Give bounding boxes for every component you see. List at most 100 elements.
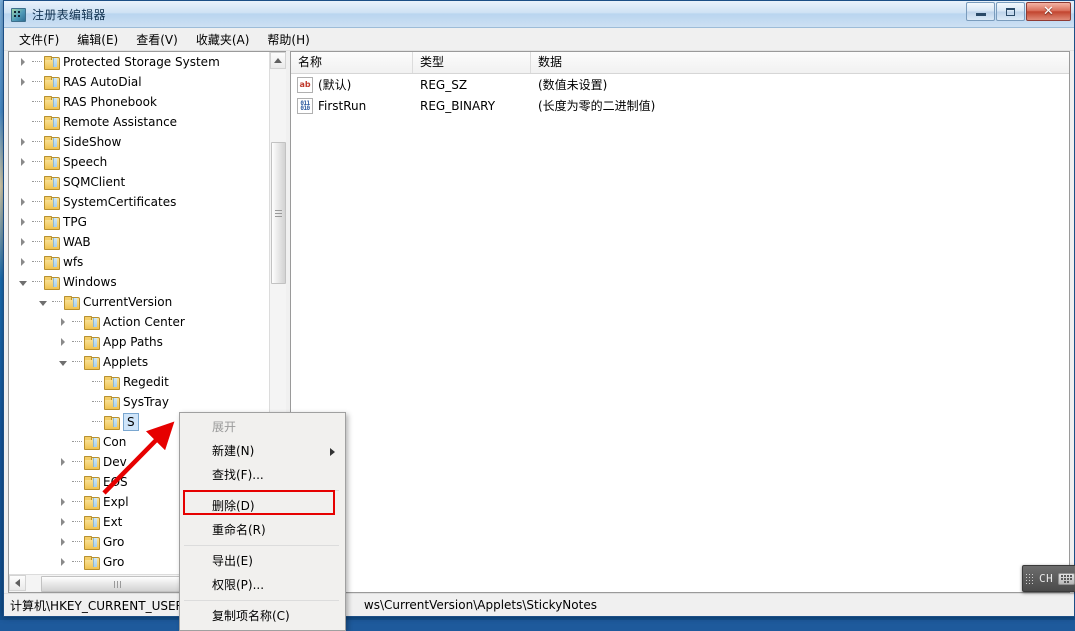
expand-toggle-icon[interactable] <box>13 198 32 206</box>
tree-node-sideshow[interactable]: SideShow <box>9 132 270 152</box>
context-menu-item-3[interactable]: 删除(D) <box>180 494 345 518</box>
context-menu-item-2[interactable]: 查找(F)... <box>180 463 345 487</box>
ime-language-bar[interactable]: CH <box>1022 565 1075 592</box>
drag-grip-icon[interactable] <box>1026 571 1035 586</box>
maximize-button[interactable] <box>996 2 1025 21</box>
tree-node-currentversion[interactable]: CurrentVersion <box>9 292 270 312</box>
registry-key-folder-icon <box>44 175 60 190</box>
value-name-label: FirstRun <box>318 98 367 113</box>
menu-help-label: 帮助(H) <box>267 32 310 47</box>
context-menu-item-7[interactable]: 复制项名称(C) <box>180 604 345 628</box>
context-menu-item-1[interactable]: 新建(N) <box>180 439 345 463</box>
collapse-toggle-icon[interactable] <box>13 279 32 286</box>
registry-values-pane[interactable]: 名称 类型 数据 ab (默认) REG_SZ (数值未设置) 011 010 FirstR… <box>290 51 1070 593</box>
tree-node-applets[interactable]: Applets <box>9 352 270 372</box>
tree-horizontal-scroll-thumb[interactable] <box>41 576 193 592</box>
context-menu-item-label: 复制项名称(C) <box>212 609 290 623</box>
tree-scroll-left-button[interactable] <box>9 575 26 591</box>
column-header-type[interactable]: 类型 <box>413 52 531 73</box>
menu-favorites[interactable]: 收藏夹(A) <box>187 28 259 51</box>
expand-toggle-icon[interactable] <box>53 318 72 326</box>
tree-connector <box>32 101 42 103</box>
table-row[interactable]: ab (默认) REG_SZ (数值未设置) <box>291 74 1069 95</box>
context-menu-item-label: 查找(F)... <box>212 468 264 482</box>
expand-toggle-icon[interactable] <box>13 238 32 246</box>
expand-toggle-icon[interactable] <box>13 58 32 66</box>
caret-left-icon <box>15 579 20 587</box>
collapse-toggle-icon[interactable] <box>33 299 52 306</box>
menu-file[interactable]: 文件(F) <box>10 28 68 51</box>
tree-node-wab[interactable]: WAB <box>9 232 270 252</box>
tree-node-protected-storage-system[interactable]: Protected Storage System <box>9 52 270 72</box>
expand-toggle-icon[interactable] <box>13 218 32 226</box>
tree-vertical-scroll-thumb[interactable] <box>271 142 286 284</box>
context-menu-item-6[interactable]: 权限(P)... <box>180 573 345 597</box>
registry-editor-window: 注册表编辑器 ✕ 文件(F) 编辑(E) 查看(V) 收藏夹(A) 帮助(H) … <box>3 0 1075 631</box>
tree-node-windows[interactable]: Windows <box>9 272 270 292</box>
tree-scroll-up-button[interactable] <box>270 52 286 69</box>
expand-toggle-icon[interactable] <box>13 78 32 86</box>
tree-connector <box>32 161 42 163</box>
expand-toggle-icon[interactable] <box>53 518 72 526</box>
expand-toggle-icon[interactable] <box>53 558 72 566</box>
window-controls: ✕ <box>966 2 1071 21</box>
expand-toggle-icon[interactable] <box>13 158 32 166</box>
tree-node-label: RAS Phonebook <box>63 95 157 109</box>
triangle-down-icon <box>58 360 67 366</box>
expand-toggle-icon[interactable] <box>53 498 72 506</box>
registry-values-list[interactable]: ab (默认) REG_SZ (数值未设置) 011 010 FirstRun REG_BIN… <box>291 74 1069 116</box>
close-button[interactable]: ✕ <box>1026 2 1071 21</box>
tree-node-speech[interactable]: Speech <box>9 152 270 172</box>
tree-node-label: SideShow <box>63 135 122 149</box>
registry-key-folder-icon <box>104 375 120 390</box>
expand-toggle-icon[interactable] <box>53 538 72 546</box>
tree-node-sqmclient[interactable]: SQMClient <box>9 172 270 192</box>
ime-language-label[interactable]: CH <box>1039 572 1053 585</box>
tree-node-ras-autodial[interactable]: RAS AutoDial <box>9 72 270 92</box>
expand-toggle-icon[interactable] <box>53 338 72 346</box>
registry-key-folder-icon <box>44 95 60 110</box>
context-menu-item-label: 重命名(R) <box>212 523 266 537</box>
tree-node-systray[interactable]: SysTray <box>9 392 270 412</box>
grip-icon <box>113 580 121 588</box>
tree-node-wfs[interactable]: wfs <box>9 252 270 272</box>
registry-key-folder-icon <box>44 155 60 170</box>
expand-toggle-icon[interactable] <box>13 138 32 146</box>
registry-key-folder-icon <box>64 295 80 310</box>
expand-toggle-icon[interactable] <box>53 458 72 466</box>
context-menu-separator <box>184 600 339 601</box>
tree-node-tpg[interactable]: TPG <box>9 212 270 232</box>
minimize-button[interactable] <box>966 2 995 21</box>
tree-node-regedit[interactable]: Regedit <box>9 372 270 392</box>
keyboard-icon[interactable] <box>1058 572 1075 585</box>
title-bar[interactable]: 注册表编辑器 ✕ <box>4 1 1074 28</box>
collapse-toggle-icon[interactable] <box>53 359 72 366</box>
menu-help[interactable]: 帮助(H) <box>258 28 318 51</box>
context-menu-item-label: 展开 <box>212 420 237 434</box>
tree-node-systemcertificates[interactable]: SystemCertificates <box>9 192 270 212</box>
tree-node-label: EOS <box>103 475 128 489</box>
tree-node-app-paths[interactable]: App Paths <box>9 332 270 352</box>
column-header-name[interactable]: 名称 <box>291 52 413 73</box>
tree-node-remote-assistance[interactable]: Remote Assistance <box>9 112 270 132</box>
table-row[interactable]: 011 010 FirstRun REG_BINARY (长度为零的二进制值) <box>291 95 1069 116</box>
tree-connector <box>72 501 82 503</box>
list-header-row: 名称 类型 数据 <box>291 52 1069 74</box>
binary-value-icon: 011 010 <box>297 97 313 114</box>
menu-file-label: 文件(F) <box>19 32 60 47</box>
context-menu-item-4[interactable]: 重命名(R) <box>180 518 345 542</box>
context-menu-item-5[interactable]: 导出(E) <box>180 549 345 573</box>
tree-node-ras-phonebook[interactable]: RAS Phonebook <box>9 92 270 112</box>
tree-node-action-center[interactable]: Action Center <box>9 312 270 332</box>
registry-key-folder-icon <box>84 335 100 350</box>
tree-context-menu[interactable]: 展开新建(N) 查找(F)... 删除(D) 重命名(R) 导出(E) 权限(P)... 复… <box>179 412 346 631</box>
column-header-data[interactable]: 数据 <box>531 52 1069 73</box>
tree-node-label: SysTray <box>123 395 169 409</box>
tree-connector <box>32 61 42 63</box>
menu-edit[interactable]: 编辑(E) <box>68 28 127 51</box>
tree-node-label: Expl <box>103 495 129 509</box>
tree-node-label: Gro <box>103 535 125 549</box>
menu-view[interactable]: 查看(V) <box>127 28 187 51</box>
expand-toggle-icon[interactable] <box>13 258 32 266</box>
tree-connector <box>72 341 82 343</box>
